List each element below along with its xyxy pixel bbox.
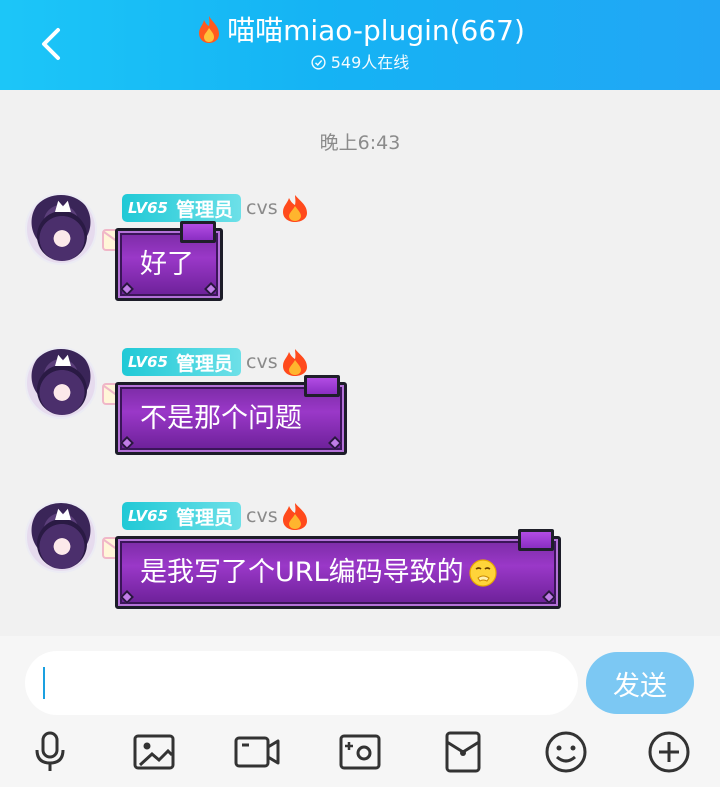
message-input[interactable] [25, 651, 578, 715]
role-label: 管理员 [175, 352, 233, 375]
avatar[interactable] [25, 347, 97, 419]
fire-badge-icon [282, 349, 307, 376]
input-bar: 发送 [0, 636, 720, 787]
avatar[interactable] [25, 501, 97, 573]
level-label: LV65 [128, 507, 168, 525]
sender-meta: LV65 管理员 cvs [122, 194, 310, 222]
sender-meta: LV65 管理员 cvs [122, 348, 310, 376]
sender-name[interactable]: cvs [246, 505, 278, 527]
message-text: 不是那个问题 [140, 402, 302, 434]
sender-name[interactable]: cvs [246, 197, 278, 219]
online-count-text: 549人在线 [330, 53, 410, 72]
red-packet-icon[interactable] [435, 724, 491, 780]
level-badge: LV65 管理员 [122, 194, 241, 222]
level-label: LV65 [128, 353, 168, 371]
header-title-block: 喵喵miao-plugin(667) 549人在线 [0, 12, 720, 74]
online-count: 549人在线 [0, 52, 720, 74]
avatar[interactable] [25, 193, 97, 265]
message-text: 好了 [140, 248, 194, 280]
fire-badge-icon [282, 503, 307, 530]
fire-icon [199, 16, 220, 43]
level-label: LV65 [128, 199, 168, 217]
message-item: LV65 管理员 cvs 好了 [0, 193, 720, 333]
emoji-icon[interactable] [538, 724, 594, 780]
message-bubble[interactable]: 好了 [115, 221, 223, 301]
message-bubble[interactable]: 是我写了个URL编码导致的 [115, 529, 561, 609]
role-label: 管理员 [175, 506, 233, 529]
message-item: LV65 管理员 cvs 不是那个问题 [0, 347, 720, 487]
message-item: LV65 管理员 cvs 是我写了个URL编码导致的 [0, 501, 720, 641]
group-title[interactable]: 喵喵miao-plugin(667) [0, 12, 720, 50]
send-button[interactable]: 发送 [586, 652, 694, 714]
text-caret [43, 667, 45, 699]
group-title-text: 喵喵miao-plugin(667) [227, 14, 525, 47]
sender-meta: LV65 管理员 cvs [122, 502, 310, 530]
image-icon[interactable] [126, 724, 182, 780]
microphone-icon[interactable] [22, 724, 78, 780]
plus-icon[interactable] [641, 724, 697, 780]
online-check-icon [311, 55, 326, 70]
message-timestamp: 晚上6:43 [319, 132, 401, 154]
role-label: 管理员 [175, 198, 233, 221]
sender-name[interactable]: cvs [246, 351, 278, 373]
fire-badge-icon [282, 195, 307, 222]
facepalm-emoji-icon [468, 558, 497, 587]
camera-icon[interactable] [332, 724, 388, 780]
level-badge: LV65 管理员 [122, 502, 241, 530]
message-text: 是我写了个URL编码导致的 [140, 556, 464, 588]
message-bubble[interactable]: 不是那个问题 [115, 375, 347, 455]
chat-header: 喵喵miao-plugin(667) 549人在线 [0, 0, 720, 90]
level-badge: LV65 管理员 [122, 348, 241, 376]
video-icon[interactable] [229, 724, 285, 780]
toolbar [0, 724, 720, 780]
